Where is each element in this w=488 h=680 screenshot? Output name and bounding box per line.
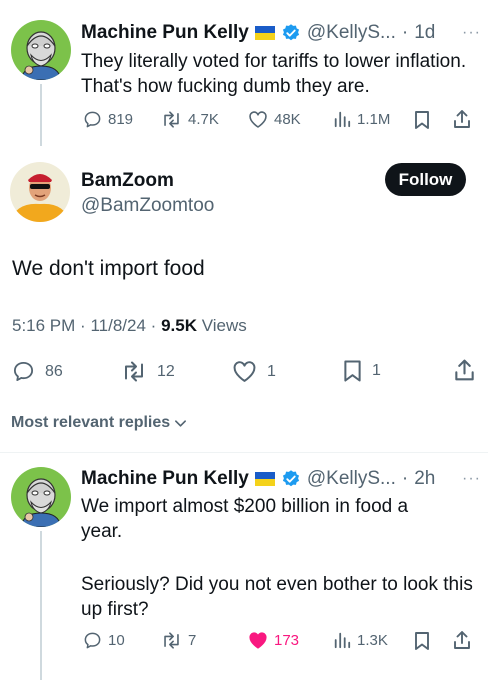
tweet2-separator: · [401, 468, 409, 489]
main-tweet-time[interactable]: 5:16 PM [12, 316, 75, 335]
tweet2-author-name[interactable]: Machine Pun Kelly [81, 468, 249, 490]
share-icon [454, 110, 470, 128]
verified-badge-icon [281, 23, 301, 43]
tweet2-views-button[interactable]: 1.3K [333, 631, 388, 649]
tweet2-view-count: 1.3K [357, 631, 388, 649]
tweet2-more-options-icon[interactable]: ··· [462, 470, 481, 488]
main-views-count: 9.5K [161, 316, 197, 335]
share-icon [455, 359, 474, 381]
heart-filled-icon [249, 632, 267, 649]
tweet2-reply-button[interactable]: 10 [83, 631, 125, 650]
reply-icon [13, 361, 34, 382]
avatar-bamzoom[interactable] [10, 162, 70, 222]
tweet1-separator: · [401, 22, 409, 43]
tweet1-like-button[interactable]: 48K [248, 110, 301, 129]
tweet1-views-button[interactable]: 1.1M [333, 110, 390, 128]
repost-icon [164, 111, 179, 128]
section-divider [0, 452, 488, 453]
thread-connector-line [40, 531, 42, 680]
tweet2-repost-count: 7 [188, 632, 197, 649]
views-chart-icon [334, 111, 351, 128]
tweet2-text-paragraph-2: Seriously? Did you not even bother to lo… [81, 574, 473, 620]
main-tweet-date[interactable]: 11/8/24 [90, 316, 145, 335]
tweet2-handle[interactable]: @KellyS... [307, 468, 396, 490]
follow-button[interactable]: Follow [385, 163, 466, 196]
meta-separator: · [150, 316, 157, 335]
reply-icon [84, 632, 101, 649]
tweet1-author-name[interactable]: Machine Pun Kelly [81, 22, 249, 44]
heart-icon [249, 111, 267, 128]
tweet1-handle[interactable]: @KellyS... [307, 22, 396, 44]
ukraine-flag-icon [254, 472, 275, 486]
main-bookmark-button[interactable]: 1 [343, 359, 381, 383]
main-like-button[interactable]: 1 [232, 360, 276, 383]
main-author-name[interactable]: BamZoom [81, 170, 174, 192]
tweet2-share-button[interactable] [453, 630, 471, 650]
avatar-machine-pun-kelly[interactable] [11, 20, 71, 80]
most-relevant-replies-dropdown[interactable]: Most relevant replies [11, 414, 187, 432]
tweet2-like-button[interactable]: 173 [248, 631, 299, 650]
tweet1-share-button[interactable] [453, 109, 471, 129]
tweet1-more-options-icon[interactable]: ··· [462, 24, 481, 42]
replies-filter-label: Most relevant replies [11, 414, 171, 431]
bookmark-icon [415, 111, 429, 129]
tweet2-repost-button[interactable]: 7 [161, 631, 196, 650]
tweet1-like-count: 48K [274, 111, 301, 128]
tweet1-view-count: 1.1M [357, 110, 391, 128]
tweet2-text-paragraph-1: We import almost $200 billion in food a … [81, 496, 409, 542]
bookmark-icon [415, 632, 429, 650]
repost-icon [125, 361, 143, 382]
main-author-handle[interactable]: @BamZoomtoo [81, 195, 214, 217]
tweet1-header: Machine Pun Kelly @KellyS... · 1d ··· [81, 22, 481, 44]
meta-separator: · [80, 316, 86, 335]
main-views-label: Views [201, 316, 247, 335]
bookmark-icon [344, 360, 361, 382]
share-icon [454, 631, 470, 649]
tweet2-like-count: 173 [274, 632, 300, 649]
repost-icon [164, 632, 179, 649]
tweet1-timestamp[interactable]: 1d [414, 22, 435, 44]
tweet1-repost-count: 4.7K [188, 111, 219, 128]
tweet1-text: They literally voted for tariffs to lowe… [81, 51, 467, 97]
tweet2-header: Machine Pun Kelly @KellyS... · 2h ··· [81, 468, 481, 490]
reply-icon [84, 111, 101, 128]
tweet2-reply-count: 10 [108, 632, 125, 649]
tweet2-timestamp[interactable]: 2h [414, 468, 435, 490]
avatar-machine-pun-kelly[interactable] [11, 467, 71, 527]
main-tweet-meta: 5:16 PM · 11/8/24 · 9.5K Views [12, 316, 247, 336]
main-tweet-text: We don't import food [12, 257, 205, 280]
main-reply-button[interactable]: 86 [12, 360, 63, 383]
views-chart-icon [334, 632, 351, 649]
chevron-down-icon [175, 419, 187, 427]
thread-connector-line [40, 84, 42, 146]
verified-badge-icon [281, 469, 301, 489]
tweet2-bookmark-button[interactable] [414, 631, 430, 651]
tweet1-bookmark-button[interactable] [414, 110, 430, 130]
main-repost-button[interactable]: 12 [121, 360, 175, 383]
heart-icon [233, 361, 256, 382]
tweet1-reply-count: 819 [108, 111, 134, 128]
main-bookmark-count: 1 [372, 362, 381, 379]
main-like-count: 1 [267, 362, 276, 380]
tweet1-reply-button[interactable]: 819 [83, 110, 133, 129]
tweet1-repost-button[interactable]: 4.7K [161, 110, 219, 129]
ukraine-flag-icon [254, 26, 275, 40]
main-share-button[interactable] [454, 358, 475, 382]
main-reply-count: 86 [45, 362, 63, 380]
main-repost-count: 12 [157, 362, 175, 380]
